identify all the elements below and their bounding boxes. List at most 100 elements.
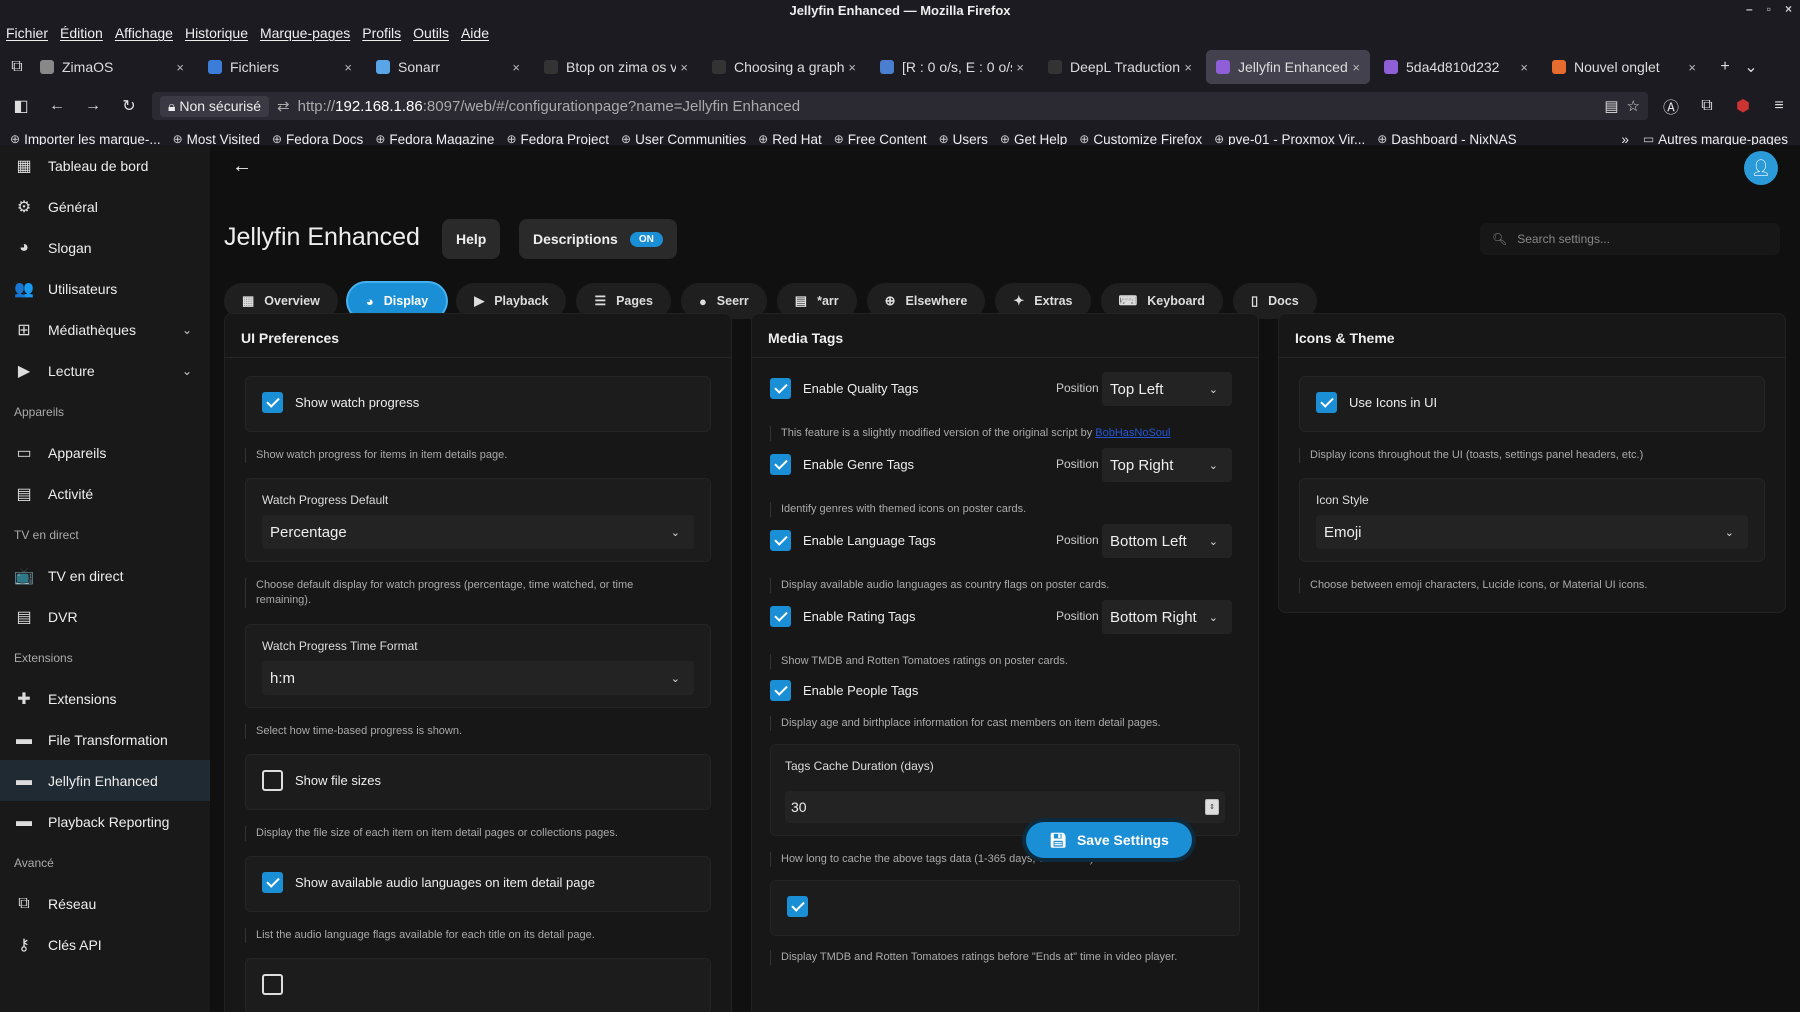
close-tab-icon[interactable]: × [1184,60,1192,75]
audio-languages-row[interactable]: Show available audio languages on item d… [246,857,710,908]
menu-history[interactable]: Historique [185,25,248,41]
watch-progress-default-select[interactable]: Percentage ⌄ [262,515,694,549]
close-tab-icon[interactable]: × [1688,60,1696,75]
user-avatar-icon[interactable]: 👤︎ [1744,151,1778,185]
use-icons-row[interactable]: Use Icons in UI [1300,377,1764,428]
show-file-sizes-checkbox[interactable] [262,770,283,791]
rating-tags-checkbox[interactable] [770,606,791,627]
close-tab-icon[interactable]: × [176,60,184,75]
browser-tab[interactable]: ZimaOS × [30,50,194,84]
back-icon[interactable]: ← [44,97,70,115]
people-tags-checkbox[interactable] [770,680,791,701]
rating-tags-row[interactable]: Enable Rating Tags [770,606,916,627]
help-button[interactable]: Help [442,219,501,259]
back-arrow-icon[interactable]: ← [232,155,252,178]
chevron-down-icon[interactable]: ⌄ [182,323,192,337]
audio-languages-checkbox[interactable] [262,872,283,893]
menu-tools[interactable]: Outils [413,25,449,41]
icon-style-select[interactable]: Emoji ⌄ [1316,515,1748,549]
show-file-sizes-row[interactable]: Show file sizes [246,755,710,806]
language-tags-row[interactable]: Enable Language Tags [770,530,936,551]
sidebar-item[interactable]: ▬ Playback Reporting [0,801,210,842]
browser-tab[interactable]: Sonarr × [366,50,530,84]
sidebar-item[interactable]: 📺 TV en direct [0,555,210,596]
quality-position-select[interactable]: Top Left ⌄ [1102,372,1232,406]
watch-progress-format-select[interactable]: h:m ⌄ [262,661,694,695]
minimize-button[interactable]: – [1746,2,1753,16]
browser-tab[interactable]: DeepL Traduction – × [1038,50,1202,84]
genre-position-select[interactable]: Top Right ⌄ [1102,448,1232,482]
tab-overview-icon[interactable]: ⧉ [4,58,30,76]
genre-tags-row[interactable]: Enable Genre Tags [770,454,914,475]
quality-tags-row[interactable]: Enable Quality Tags [770,378,918,399]
sidebar-item[interactable]: ⚷ Clés API [0,924,210,965]
list-tabs-icon[interactable]: ⌄ [1738,57,1764,77]
ends-at-checkbox[interactable] [787,896,808,917]
language-tags-checkbox[interactable] [770,530,791,551]
extensions-icon[interactable]: ⧉ [1694,97,1720,115]
search-settings[interactable]: 🔍︎ Search settings... [1480,223,1780,255]
use-icons-checkbox[interactable] [1316,392,1337,413]
menu-file[interactable]: Fichier [6,25,48,41]
show-watch-progress-checkbox[interactable] [262,392,283,413]
sidebar-item[interactable]: ▤ Activité [0,473,210,514]
browser-tab[interactable]: Btop on zima os v. × [534,50,698,84]
browser-tab[interactable]: Fichiers × [198,50,362,84]
bookmark-star-icon[interactable]: ☆ [1627,97,1640,115]
save-settings-button[interactable]: 💾︎ Save Settings [1026,822,1192,858]
close-tab-icon[interactable]: × [1352,60,1360,75]
browser-tab[interactable]: 5da4d810d232 × [1374,50,1538,84]
browser-tab[interactable]: [R : 0 o/s, E : 0 o/s] × [870,50,1034,84]
quality-tags-checkbox[interactable] [770,378,791,399]
sidebar-item[interactable]: ▤ DVR [0,596,210,637]
credit-link[interactable]: BobHasNoSoul [1095,427,1170,439]
sidebar-item[interactable]: ▬ File Transformation [0,719,210,760]
sidebar-item[interactable]: ✚ Extensions [0,678,210,719]
reader-view-icon[interactable]: ▤ [1604,97,1618,115]
sidebar-item[interactable]: ▬ Jellyfin Enhanced [0,760,210,801]
close-tab-icon[interactable]: × [680,60,688,75]
menu-edit[interactable]: Édition [60,25,103,41]
sidebar-toggle-icon[interactable]: ◧ [8,96,34,116]
app-menu-icon[interactable]: ≡ [1766,97,1792,115]
permissions-icon[interactable]: ⇄ [277,97,290,115]
sidebar-item[interactable]: ▶ Lecture ⌄ [0,350,210,391]
number-stepper-icon[interactable]: ⇕ [1205,799,1219,815]
language-position-select[interactable]: Bottom Left ⌄ [1102,524,1232,558]
sidebar-item[interactable]: ⊞ Médiathèques ⌄ [0,309,210,350]
menu-bookmarks[interactable]: Marque-pages [260,25,350,41]
not-secure-badge[interactable]: 🔒︎ Non sécurisé [160,95,270,117]
genre-tags-checkbox[interactable] [770,454,791,475]
close-tab-icon[interactable]: × [512,60,520,75]
sidebar-item[interactable]: ▭ Appareils [0,432,210,473]
forward-icon[interactable]: → [80,97,106,115]
sidebar-item[interactable]: ⚙ Général [0,186,210,227]
account-icon[interactable]: Ⓐ [1658,94,1684,118]
url-field[interactable]: 🔒︎ Non sécurisé ⇄ http://192.168.1.86:80… [152,92,1648,120]
show-watch-progress-row[interactable]: Show watch progress [246,377,710,428]
sidebar-item[interactable]: ▦ Tableau de bord [0,145,210,186]
reload-icon[interactable]: ↻ [116,96,142,116]
next-option-checkbox[interactable] [262,974,283,995]
rating-position-select[interactable]: Bottom Right ⌄ [1102,600,1232,634]
new-tab-icon[interactable]: + [1712,58,1738,76]
descriptions-toggle[interactable]: Descriptions ON [519,219,677,259]
menu-profiles[interactable]: Profils [362,25,401,41]
browser-tab[interactable]: Nouvel onglet × [1542,50,1706,84]
tags-cache-input[interactable]: 30 ⇕ [785,791,1225,823]
chevron-down-icon[interactable]: ⌄ [182,364,192,378]
close-window-button[interactable]: × [1785,2,1792,16]
ublock-icon[interactable]: ⬢ [1730,96,1756,116]
sidebar-item[interactable]: ⧉ Réseau [0,883,210,924]
sidebar-item[interactable]: ◕ Slogan [0,227,210,268]
people-tags-row[interactable]: Enable People Tags [770,680,918,701]
close-tab-icon[interactable]: × [344,60,352,75]
close-tab-icon[interactable]: × [848,60,856,75]
menu-help[interactable]: Aide [461,25,489,41]
menu-view[interactable]: Affichage [115,25,173,41]
browser-tab[interactable]: Choosing a graphic × [702,50,866,84]
sidebar-item[interactable]: 👥 Utilisateurs [0,268,210,309]
maximize-button[interactable]: ▫ [1767,2,1771,16]
close-tab-icon[interactable]: × [1520,60,1528,75]
close-tab-icon[interactable]: × [1016,60,1024,75]
